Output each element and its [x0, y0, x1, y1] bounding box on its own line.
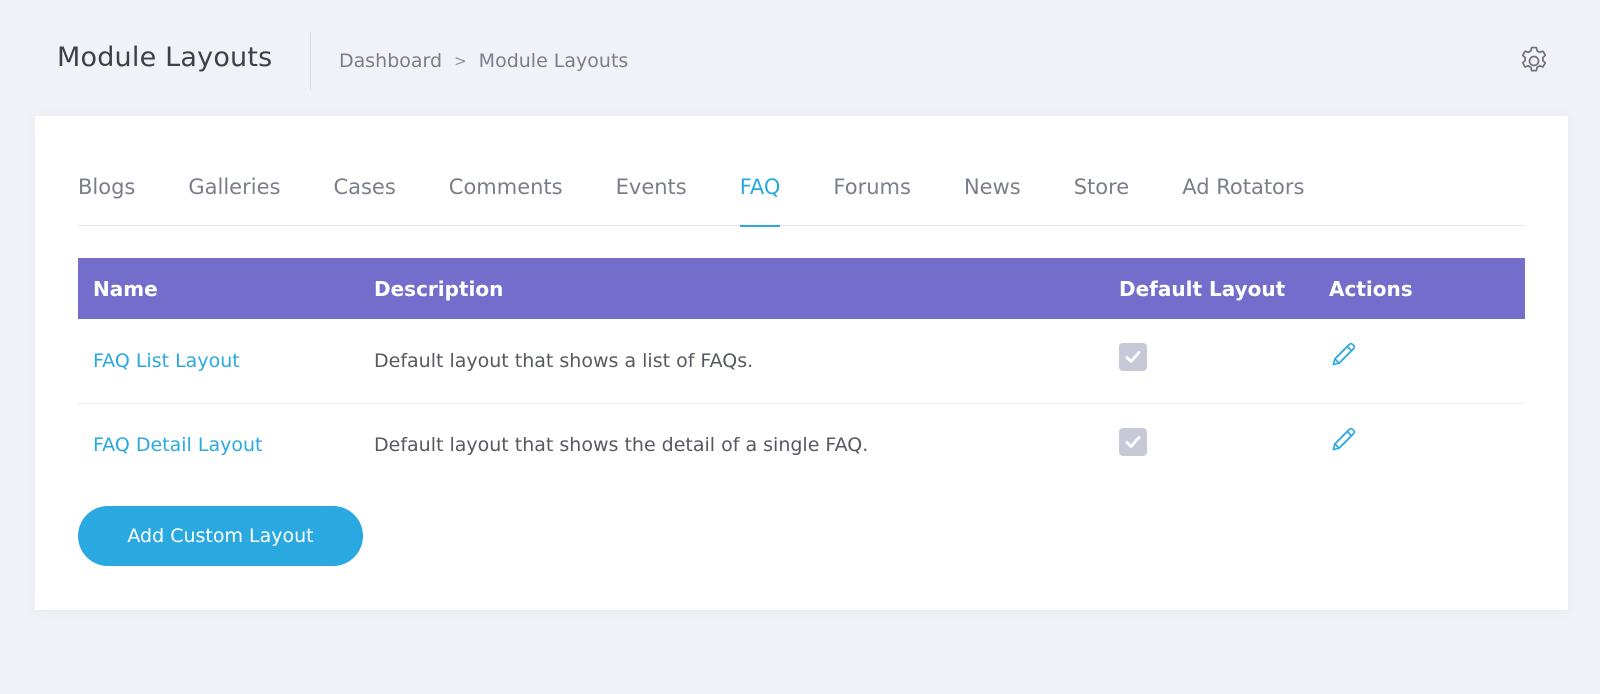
default-cell [1104, 403, 1314, 487]
tab-store[interactable]: Store [1074, 172, 1130, 226]
column-header-actions: Actions [1314, 258, 1525, 319]
pencil-icon[interactable] [1329, 424, 1359, 459]
add-custom-layout-button[interactable]: Add Custom Layout [78, 506, 363, 566]
breadcrumb-dashboard[interactable]: Dashboard [339, 50, 442, 72]
actions-cell [1314, 403, 1525, 487]
actions-cell [1314, 319, 1525, 404]
tab-comments[interactable]: Comments [449, 172, 563, 226]
default-layout-checkbox [1119, 343, 1147, 372]
check-icon [1125, 351, 1141, 364]
header-divider [310, 32, 311, 90]
tab-ad-rotators[interactable]: Ad Rotators [1182, 172, 1304, 226]
name-cell: FAQ Detail Layout [78, 403, 359, 487]
description-cell: Default layout that shows the detail of … [374, 434, 869, 457]
layout-name-link[interactable]: FAQ List Layout [93, 350, 240, 372]
tab-blogs[interactable]: Blogs [78, 172, 135, 226]
tab-forums[interactable]: Forums [833, 172, 911, 226]
column-header-default-layout: Default Layout [1104, 258, 1314, 319]
tab-faq[interactable]: FAQ [739, 172, 780, 227]
layouts-card: Blogs Galleries Cases Comments Events FA… [35, 116, 1568, 610]
breadcrumb-separator: > [454, 52, 467, 70]
pencil-icon[interactable] [1329, 339, 1359, 374]
tab-cases[interactable]: Cases [333, 172, 395, 226]
tab-galleries[interactable]: Galleries [188, 172, 280, 226]
table-row: FAQ List Layout Default layout that show… [78, 319, 1525, 404]
default-layout-checkbox [1119, 427, 1147, 456]
page-title: Module Layouts [57, 42, 273, 73]
module-tabs: Blogs Galleries Cases Comments Events FA… [78, 172, 1525, 227]
tab-events[interactable]: Events [616, 172, 687, 226]
check-icon [1125, 435, 1141, 448]
page-header: Module Layouts Dashboard > Module Layout… [0, 0, 1600, 116]
description-cell: Default layout that shows a list of FAQs… [359, 319, 1104, 404]
name-cell: FAQ List Layout [78, 319, 359, 404]
table-header-row: Name Description Default Layout Actions [78, 258, 1525, 319]
breadcrumb-current: Module Layouts [478, 50, 629, 72]
layouts-table: Name Description Default Layout Actions … [78, 258, 1525, 487]
column-header-name: Name [78, 258, 359, 319]
table-row: FAQ Detail Layout Default layout that sh… [78, 403, 1525, 487]
column-header-description: Description [359, 258, 1104, 319]
gear-icon[interactable] [1517, 44, 1551, 78]
default-cell [1104, 319, 1314, 404]
tab-news[interactable]: News [964, 172, 1021, 226]
layout-name-link[interactable]: FAQ Detail Layout [93, 434, 262, 456]
breadcrumb: Dashboard > Module Layouts [339, 50, 628, 72]
